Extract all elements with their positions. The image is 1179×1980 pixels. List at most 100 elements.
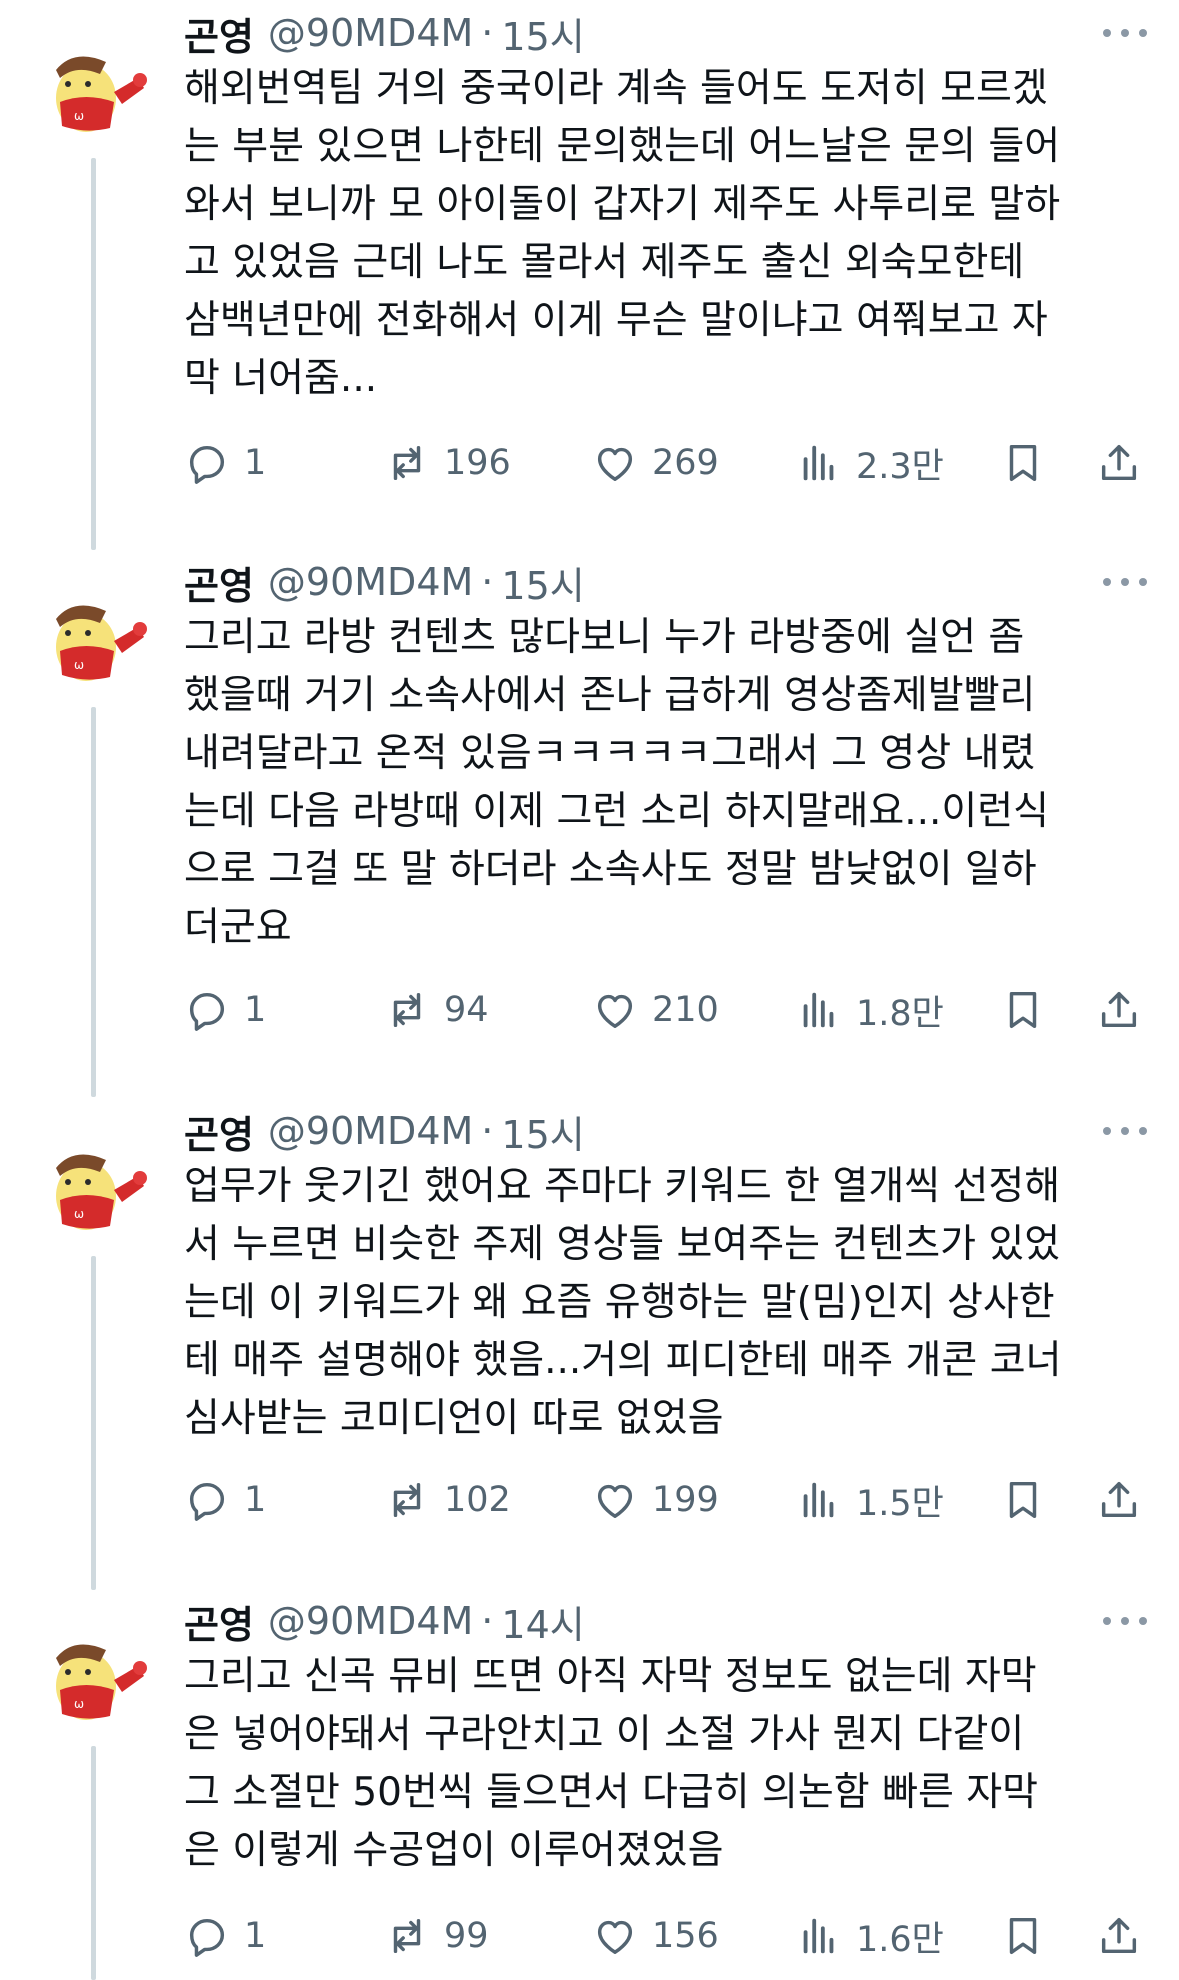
like-button[interactable]: 269: [592, 436, 719, 490]
pompompurin-avatar-icon: ω: [56, 1154, 147, 1230]
views-button[interactable]: 1.5만: [796, 1473, 944, 1527]
reply-count: 1: [244, 1916, 267, 1956]
bookmark-icon: [1009, 444, 1037, 482]
view-count: 2.3만: [856, 446, 944, 487]
bookmark-button[interactable]: [1000, 1909, 1046, 1963]
avatar[interactable]: ω: [26, 1116, 158, 1248]
retweet-button[interactable]: 99: [384, 1909, 489, 1963]
tweet[interactable]: ω 곤영 @90MD4M · 14시 그리고 신곡 뮤비 뜨면 아직 자막 정보…: [0, 1588, 1179, 1980]
like-count: 156: [652, 1916, 719, 1956]
bookmark-button[interactable]: [1000, 983, 1046, 1037]
like-button[interactable]: 156: [592, 1909, 719, 1963]
tweet-text: 그리고 라방 컨텐츠 많다보니 누가 라방중에 실언 좀 했을때 거기 소속사에…: [184, 615, 1050, 950]
bookmark-icon: [1009, 1481, 1037, 1519]
retweet-button[interactable]: 102: [384, 1473, 511, 1527]
tweet-text: 그리고 신곡 뮤비 뜨면 아직 자막 정보도 없는데 자막 은 넣어야돼서 구라…: [184, 1654, 1039, 1873]
reply-count: 1: [244, 443, 267, 483]
pompompurin-avatar-icon: ω: [56, 56, 147, 132]
svg-text:ω: ω: [74, 658, 84, 672]
retweet-button[interactable]: 94: [384, 983, 489, 1037]
bookmark-icon: [1009, 1917, 1037, 1955]
bookmark-button[interactable]: [1000, 1473, 1046, 1527]
display-name[interactable]: 곤영: [184, 6, 254, 61]
retweet-count: 99: [444, 1916, 489, 1956]
view-count: 1.5만: [856, 1483, 944, 1524]
avatar[interactable]: ω: [26, 18, 158, 150]
reply-button[interactable]: 1: [184, 1909, 266, 1963]
bookmark-icon: [1009, 991, 1037, 1029]
display-name[interactable]: 곤영: [184, 555, 254, 610]
heart-icon: [597, 447, 633, 482]
action-bar: 1 99 156 1.6만: [184, 1909, 1149, 1963]
share-button[interactable]: [1096, 436, 1142, 490]
share-button[interactable]: [1096, 983, 1142, 1037]
timestamp[interactable]: 15시: [501, 6, 584, 61]
more-icon[interactable]: [1103, 1124, 1147, 1138]
timestamp[interactable]: 15시: [501, 1104, 584, 1159]
views-button[interactable]: 1.8만: [796, 983, 944, 1037]
user-handle[interactable]: @90MD4M: [268, 560, 473, 604]
avatar[interactable]: ω: [26, 1606, 158, 1738]
like-count: 269: [652, 443, 719, 483]
separator: ·: [481, 1109, 494, 1153]
views-button[interactable]: 2.3만: [796, 436, 944, 490]
tweet-header: 곤영 @90MD4M · 14시: [184, 1594, 585, 1649]
reply-button[interactable]: 1: [184, 1473, 266, 1527]
reply-count: 1: [244, 990, 267, 1030]
avatar[interactable]: ω: [26, 567, 158, 699]
tweet-text: 업무가 웃기긴 했어요 주마다 키워드 한 열개씩 선정해 서 누르면 비슷한 …: [184, 1164, 1062, 1441]
views-icon: [803, 992, 834, 1028]
pompompurin-avatar-icon: ω: [56, 1644, 147, 1720]
more-icon[interactable]: [1103, 575, 1147, 589]
retweet-icon: [393, 445, 421, 481]
share-icon: [1101, 1481, 1137, 1518]
svg-text:ω: ω: [74, 1207, 84, 1221]
heart-icon: [597, 1920, 633, 1955]
tweet[interactable]: ω 곤영 @90MD4M · 15시 그리고 라방 컨텐츠 많다보니 누가 라방…: [0, 549, 1179, 1089]
svg-text:ω: ω: [74, 1697, 84, 1711]
retweet-icon: [393, 992, 421, 1028]
separator: ·: [481, 11, 494, 55]
retweet-button[interactable]: 196: [384, 436, 511, 490]
tweet-header: 곤영 @90MD4M · 15시: [184, 1104, 585, 1159]
user-handle[interactable]: @90MD4M: [268, 1599, 473, 1643]
timestamp[interactable]: 15시: [501, 555, 584, 610]
more-icon[interactable]: [1103, 26, 1147, 40]
like-count: 199: [652, 1480, 719, 1520]
timestamp[interactable]: 14시: [501, 1594, 584, 1649]
bookmark-button[interactable]: [1000, 436, 1046, 490]
action-bar: 1 102 199 1.5만: [184, 1473, 1149, 1527]
user-handle[interactable]: @90MD4M: [268, 11, 473, 55]
tweet[interactable]: ω 곤영 @90MD4M · 15시 업무가 웃기긴 했어요 주마다 키워드 한…: [0, 1098, 1179, 1578]
display-name[interactable]: 곤영: [184, 1594, 254, 1649]
reply-button[interactable]: 1: [184, 983, 266, 1037]
user-handle[interactable]: @90MD4M: [268, 1109, 473, 1153]
view-count: 1.6만: [856, 1919, 944, 1960]
like-button[interactable]: 199: [592, 1473, 719, 1527]
views-icon: [803, 445, 834, 481]
more-icon[interactable]: [1103, 1614, 1147, 1628]
retweet-icon: [393, 1482, 421, 1518]
like-count: 210: [652, 990, 719, 1030]
separator: ·: [481, 1599, 494, 1643]
action-bar: 1 94 210 1.8만: [184, 983, 1149, 1037]
retweet-count: 94: [444, 990, 489, 1030]
retweet-count: 102: [444, 1480, 511, 1520]
tweet[interactable]: ω 곤영 @90MD4M · 15시 해외번역팀 거의 중국이라 계속 들어도 …: [0, 0, 1179, 540]
separator: ·: [481, 560, 494, 604]
share-icon: [1101, 991, 1137, 1028]
reply-button[interactable]: 1: [184, 436, 266, 490]
pompompurin-avatar-icon: ω: [56, 605, 147, 681]
share-button[interactable]: [1096, 1473, 1142, 1527]
like-button[interactable]: 210: [592, 983, 719, 1037]
share-button[interactable]: [1096, 1909, 1142, 1963]
reply-icon: [189, 445, 225, 484]
display-name[interactable]: 곤영: [184, 1104, 254, 1159]
share-icon: [1101, 444, 1137, 481]
heart-icon: [597, 1484, 633, 1519]
reply-icon: [189, 1482, 225, 1521]
reply-count: 1: [244, 1480, 267, 1520]
svg-text:ω: ω: [74, 109, 84, 123]
action-bar: 1 196 269 2.3만: [184, 436, 1149, 490]
views-button[interactable]: 1.6만: [796, 1909, 944, 1963]
